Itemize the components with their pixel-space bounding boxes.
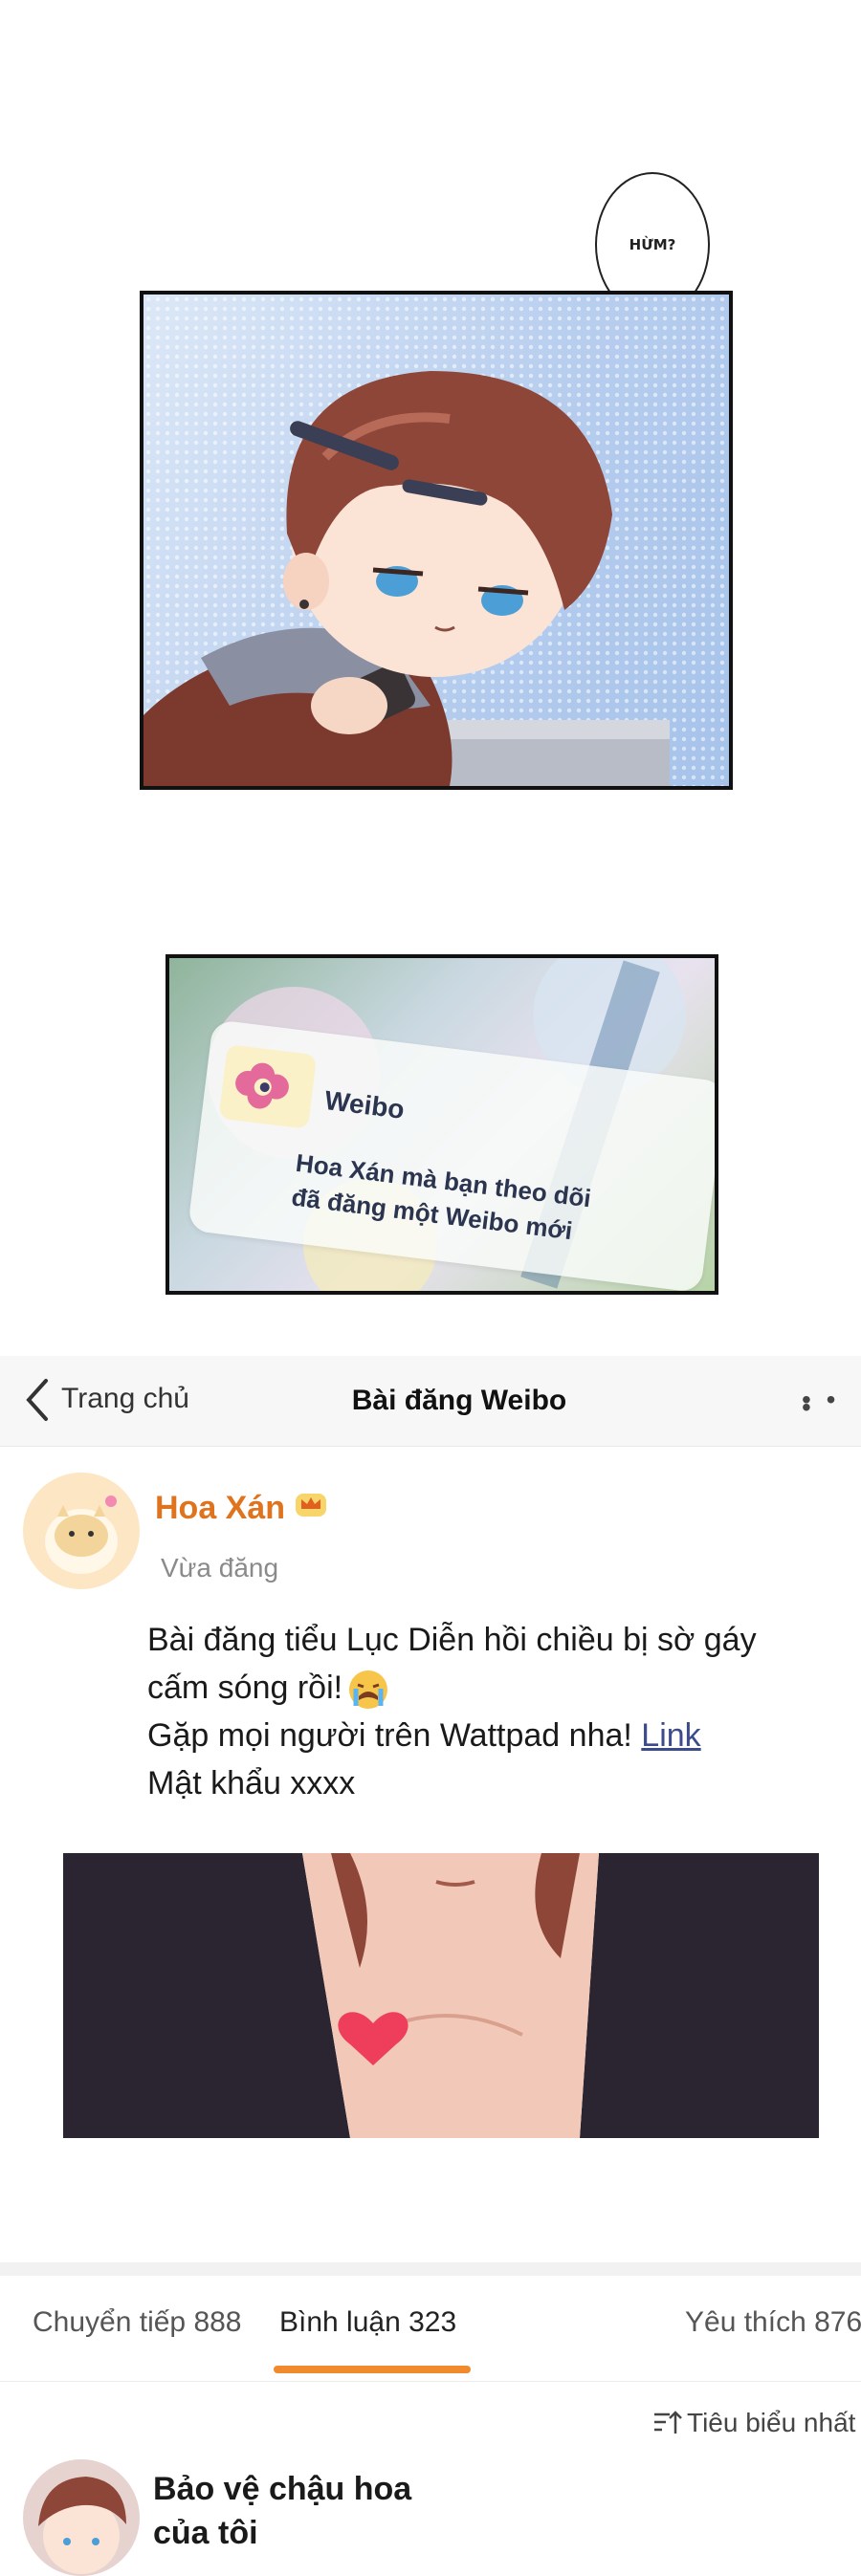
commenter-name[interactable]: Bảo vệ chậu hoa của tôi [153, 2467, 440, 2555]
tab-comments[interactable]: Bình luận 323 [279, 2306, 456, 2339]
post-timestamp: Vừa đăng [161, 1553, 279, 1583]
post-content: Bài đăng tiểu Lục Diễn hồi chiều bị sờ g… [147, 1616, 817, 1807]
tabs-divider [0, 2381, 861, 2382]
post-text-line-2: cấm sóng rồi! [147, 1670, 343, 1706]
commenter-avatar[interactable] [23, 2459, 140, 2576]
author-name[interactable]: Hoa Xán [155, 1490, 285, 1527]
notification-body: Hoa Xán mà bạn theo dõi đã đăng một Weib… [290, 1147, 593, 1246]
notification-app-name: Weibo [322, 1084, 407, 1124]
wattpad-link[interactable]: Link [641, 1717, 700, 1754]
sort-icon[interactable] [652, 2409, 683, 2437]
top-navigation-bar: Trang chủ Bài đăng Weibo • • • [0, 1356, 861, 1447]
post-text-line-3-prefix: Gặp mọi người trên Wattpad nha! [147, 1717, 632, 1755]
sort-option-label[interactable]: Tiêu biểu nhất [687, 2408, 855, 2438]
crying-emoji-icon [349, 1670, 388, 1710]
comic-panel-boy [140, 291, 733, 790]
vip-crown-icon [296, 1494, 326, 1517]
tab-reposts[interactable]: Chuyển tiếp 888 [33, 2306, 242, 2339]
author-avatar[interactable] [23, 1473, 140, 1589]
tab-likes[interactable]: Yêu thích 876 [685, 2306, 861, 2339]
post-image[interactable] [63, 1853, 819, 2138]
comic-panel-notification: Weibo Hoa Xán mà bạn theo dõi đã đăng mộ… [166, 954, 718, 1295]
post-text-line-1: Bài đăng tiểu Lục Diễn hồi chiều bị sờ g… [147, 1622, 757, 1658]
post-text-line-2-wrapper: cấm sóng rồi! [147, 1664, 817, 1712]
post-text-line-4: Mật khẩu xxxx [147, 1765, 356, 1802]
more-options-icon[interactable]: • • • [802, 1386, 861, 1421]
active-tab-indicator [274, 2366, 471, 2373]
speech-bubble-text: HỪM? [629, 236, 676, 253]
page-title: Bài đăng Weibo [351, 1385, 567, 1416]
weibo-app-icon [218, 1044, 318, 1129]
section-divider [0, 2262, 861, 2276]
post-text-line-3: Gặp mọi người trên Wattpad nha! Link [147, 1712, 817, 1759]
chibi-boy-illustration [144, 295, 729, 786]
post-image-illustration [63, 1853, 819, 2138]
